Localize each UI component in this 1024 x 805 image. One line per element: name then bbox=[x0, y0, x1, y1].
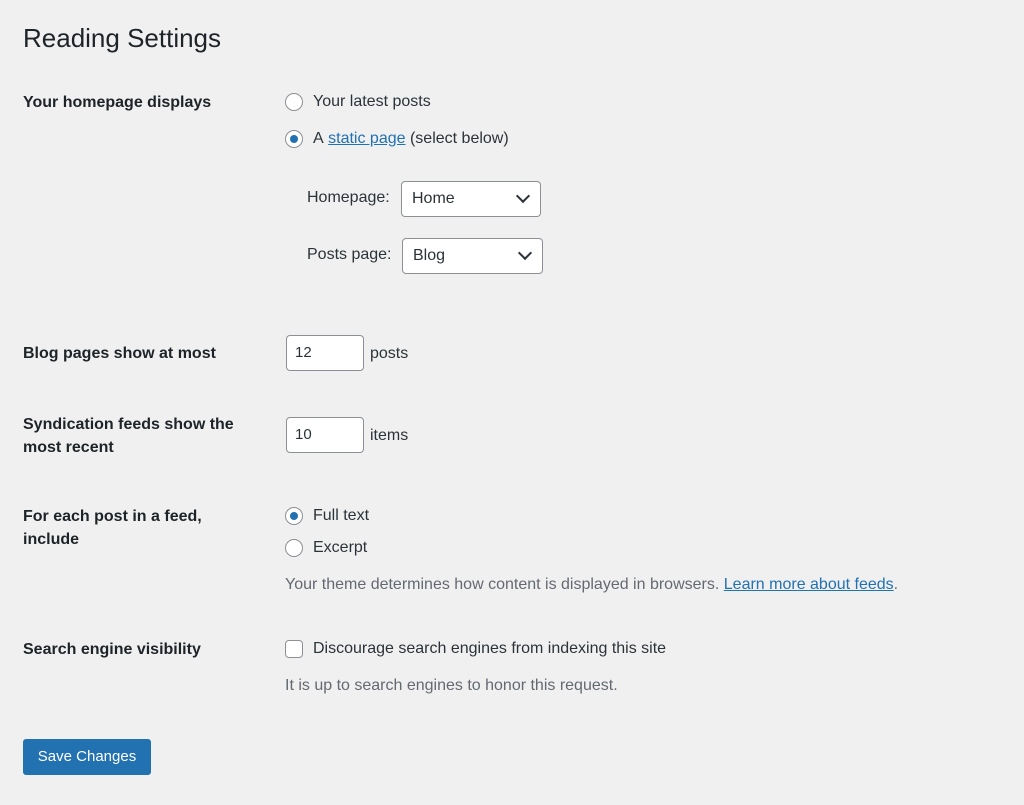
posts-page-select-value: Blog bbox=[413, 247, 446, 264]
page-title: Reading Settings bbox=[23, 23, 222, 53]
feed-description-text: Your theme determines how content is dis… bbox=[285, 576, 720, 593]
blog-pages-label: Blog pages show at most bbox=[23, 345, 216, 362]
discourage-search-option[interactable]: Discourage search engines from indexing … bbox=[285, 638, 666, 660]
option-static-page[interactable]: A static page (select below) bbox=[285, 128, 509, 150]
learn-more-feeds-link[interactable]: Learn more about feeds bbox=[724, 576, 894, 593]
posts-page-select[interactable]: Blog bbox=[402, 238, 543, 274]
discourage-search-checkbox[interactable] bbox=[285, 640, 303, 658]
homepage-select[interactable]: Home bbox=[401, 181, 541, 217]
radio-full-text[interactable] bbox=[285, 507, 303, 525]
discourage-search-label: Discourage search engines from indexing … bbox=[313, 640, 667, 657]
feed-include-label: For each post in a feed, include bbox=[23, 508, 202, 548]
syndication-label: Syndication feeds show the most recent bbox=[23, 416, 234, 456]
syndication-input[interactable]: 10 bbox=[286, 417, 364, 453]
option-static-suffix: (select below) bbox=[409, 130, 509, 147]
search-visibility-description: It is up to search engines to honor this… bbox=[285, 677, 618, 694]
feed-description: Your theme determines how content is dis… bbox=[285, 574, 898, 596]
syndication-unit: items bbox=[370, 427, 409, 444]
option-latest-posts-label: Your latest posts bbox=[313, 93, 431, 110]
feed-description-end: . bbox=[893, 576, 899, 593]
option-static-prefix: A bbox=[313, 130, 324, 147]
chevron-down-icon bbox=[517, 245, 533, 261]
option-full-text-label: Full text bbox=[313, 507, 370, 524]
blog-pages-unit: posts bbox=[370, 345, 409, 362]
radio-latest-posts[interactable] bbox=[285, 93, 303, 111]
blog-pages-input[interactable]: 12 bbox=[286, 335, 364, 371]
posts-page-select-label: Posts page: bbox=[307, 246, 392, 263]
option-excerpt-label: Excerpt bbox=[313, 539, 368, 556]
radio-excerpt[interactable] bbox=[285, 539, 303, 557]
option-full-text[interactable]: Full text bbox=[285, 505, 369, 527]
option-latest-posts[interactable]: Your latest posts bbox=[285, 91, 431, 113]
save-changes-button[interactable]: Save Changes bbox=[23, 739, 151, 775]
homepage-select-value: Home bbox=[412, 190, 455, 207]
chevron-down-icon bbox=[515, 188, 531, 204]
radio-static-page[interactable] bbox=[285, 130, 303, 148]
homepage-select-label: Homepage: bbox=[307, 189, 390, 206]
homepage-displays-label: Your homepage displays bbox=[23, 94, 212, 111]
search-visibility-label: Search engine visibility bbox=[23, 641, 201, 658]
option-excerpt[interactable]: Excerpt bbox=[285, 537, 367, 559]
static-page-link[interactable]: static page bbox=[328, 130, 405, 148]
